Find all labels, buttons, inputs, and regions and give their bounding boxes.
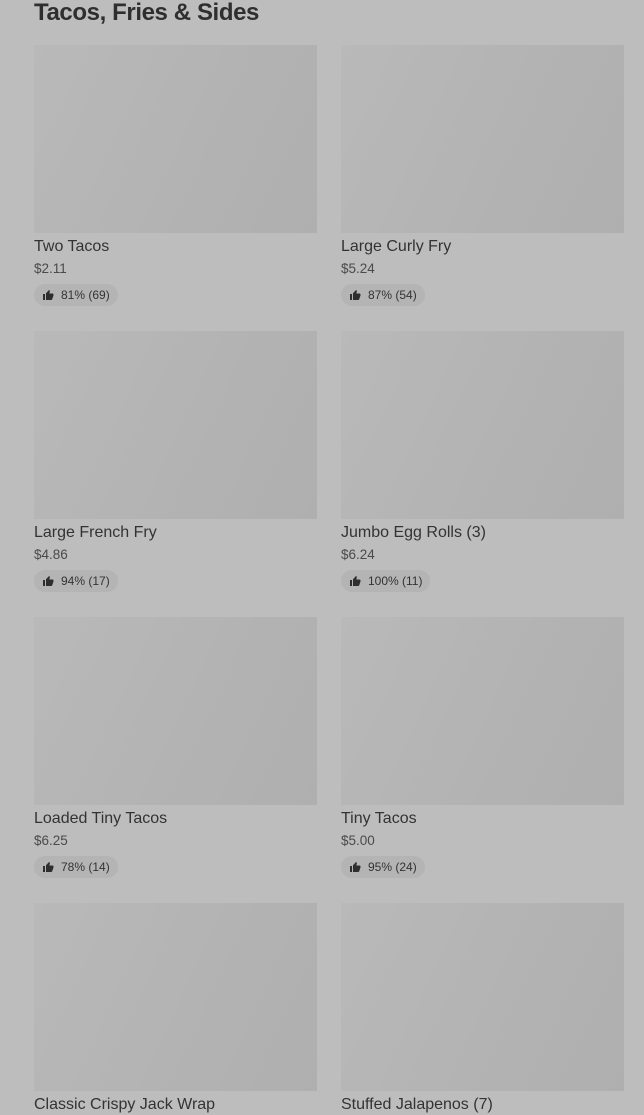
item-price: $6.25 <box>34 833 68 848</box>
section-title: Tacos, Fries & Sides <box>34 0 259 26</box>
thumbs-up-icon <box>349 861 361 873</box>
rating-text: 100% (11) <box>368 574 423 588</box>
item-price: $4.86 <box>34 547 68 562</box>
menu-item-card[interactable]: Classic Crispy Jack Wrap <box>34 903 317 1113</box>
thumbs-up-icon <box>42 861 54 873</box>
item-name: Classic Crispy Jack Wrap <box>34 1096 216 1113</box>
thumbs-up-icon <box>42 289 54 301</box>
item-name: Tiny Tacos <box>341 810 417 827</box>
rating-badge: 87% (54) <box>341 284 425 306</box>
item-price: $5.00 <box>341 833 375 848</box>
rating-badge: 95% (24) <box>341 856 425 878</box>
item-name: Two Tacos <box>34 238 110 255</box>
item-name: Loaded Tiny Tacos <box>34 810 168 827</box>
menu-item-card[interactable]: Loaded Tiny Tacos $6.25 78% (14) <box>34 617 317 878</box>
item-price: $2.11 <box>34 261 67 276</box>
item-image[interactable] <box>341 45 624 233</box>
item-image[interactable] <box>341 903 624 1091</box>
menu-item-card[interactable]: Large Curly Fry $5.24 87% (54) <box>341 45 624 306</box>
menu-item-card[interactable]: Tiny Tacos $5.00 95% (24) <box>341 617 624 878</box>
rating-badge: 100% (11) <box>341 570 431 592</box>
item-name: Large Curly Fry <box>341 238 452 255</box>
rating-text: 87% (54) <box>368 288 417 302</box>
menu-items-grid: Two Tacos $2.11 81% (69) Large Curly Fry… <box>34 45 624 1113</box>
item-name: Large French Fry <box>34 524 157 541</box>
rating-text: 78% (14) <box>61 860 110 874</box>
rating-badge: 81% (69) <box>34 284 118 306</box>
thumbs-up-icon <box>349 289 361 301</box>
item-price: $6.24 <box>341 547 375 562</box>
item-image[interactable] <box>341 617 624 805</box>
rating-text: 94% (17) <box>61 574 110 588</box>
item-image[interactable] <box>34 331 317 519</box>
rating-badge: 94% (17) <box>34 570 118 592</box>
menu-item-card[interactable]: Two Tacos $2.11 81% (69) <box>34 45 317 306</box>
item-image[interactable] <box>34 45 317 233</box>
rating-badge: 78% (14) <box>34 856 118 878</box>
rating-text: 95% (24) <box>368 860 417 874</box>
item-price: $5.24 <box>341 261 375 276</box>
item-image[interactable] <box>34 903 317 1091</box>
menu-item-card[interactable]: Large French Fry $4.86 94% (17) <box>34 331 317 592</box>
item-image[interactable] <box>34 617 317 805</box>
rating-text: 81% (69) <box>61 288 110 302</box>
thumbs-up-icon <box>349 575 361 587</box>
menu-item-card[interactable]: Jumbo Egg Rolls (3) $6.24 100% (11) <box>341 331 624 592</box>
menu-item-card[interactable]: Stuffed Jalapenos (7) <box>341 903 624 1113</box>
thumbs-up-icon <box>42 575 54 587</box>
item-name: Stuffed Jalapenos (7) <box>341 1096 493 1113</box>
item-name: Jumbo Egg Rolls (3) <box>341 524 486 541</box>
item-image[interactable] <box>341 331 624 519</box>
